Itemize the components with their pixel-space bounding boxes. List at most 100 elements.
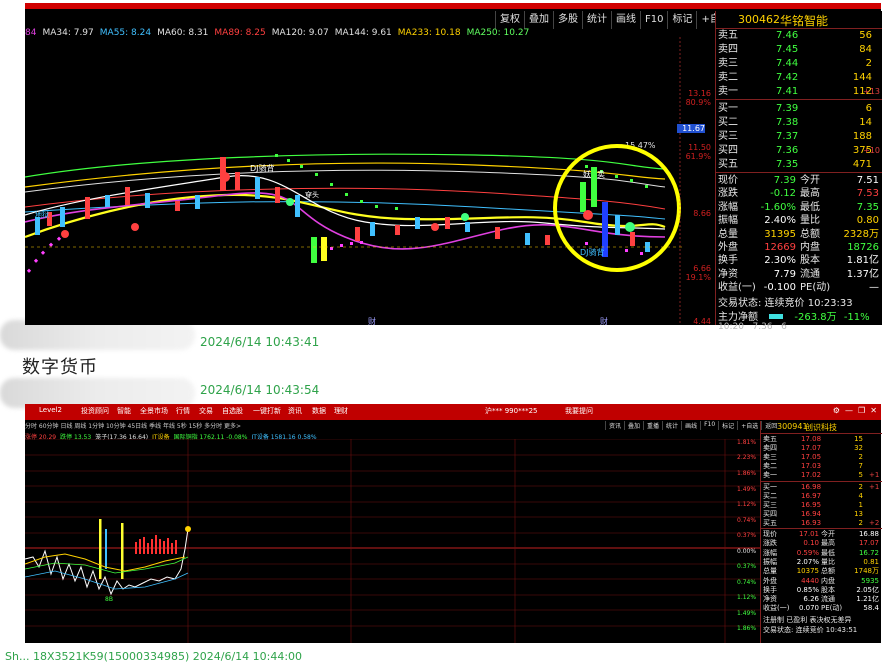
quote-value: 0.85%: [796, 585, 819, 594]
toolbar-button[interactable]: 重播: [643, 421, 662, 430]
menu-item[interactable]: 全景市场: [140, 406, 168, 416]
menu-item[interactable]: 一键打新: [253, 406, 281, 416]
capital-bar-icon: [769, 314, 784, 319]
quote-value: 12669: [764, 242, 796, 253]
quote-value: 1.37亿: [846, 268, 879, 280]
book-volume: 2: [858, 519, 863, 527]
quote-row: 涨幅 0.59% 最低 16.72: [761, 549, 882, 558]
book-price: 17.05: [801, 453, 822, 461]
quote-label: 涨幅: [718, 201, 738, 213]
quote-label: 换手: [763, 585, 777, 594]
bid-row: 买一 16.98 2 +1: [761, 483, 882, 492]
chart-annotation-5: 地狱: [35, 210, 49, 219]
window-controls[interactable]: ⚙ — ❐ ✕: [833, 406, 877, 415]
toolbar-button[interactable]: F10: [640, 11, 667, 29]
menu-item[interactable]: 自选股: [222, 406, 243, 416]
stock-screenshot-2[interactable]: Level2 投资顾问 智能 全景市场 行情 交易 自选股 一键打新 资讯 数据 理财 沪*** 99…: [25, 404, 882, 643]
chart-annotation-2: 妖: [583, 169, 591, 179]
menu-item[interactable]: 交易: [199, 406, 213, 416]
menu-item[interactable]: 行情: [176, 406, 190, 416]
quote-row: 涨跌 0.10 最高 17.07: [761, 539, 882, 548]
quote-row: 净资 6.26 流通 1.21亿: [761, 595, 882, 604]
percent-label: 1.86%: [737, 470, 757, 477]
stock-code: 300462: [738, 13, 780, 26]
stock-name: 华铭智能: [780, 14, 829, 28]
quote-label: 流通: [821, 595, 835, 604]
period-toolbar[interactable]: 分时 60分钟 日线 周线 1分钟 10分钟 45日线 季线 年线 5秒 15秒…: [25, 421, 241, 431]
quote-label: 涨跌: [718, 188, 738, 200]
menu-item[interactable]: 我要提问: [565, 406, 593, 416]
book-volume: 1: [858, 501, 863, 509]
book-volume: 14: [859, 117, 872, 128]
toolbar-button[interactable]: 资讯: [605, 421, 624, 430]
quote-row: 现价 7.39 今开 7.51: [716, 174, 882, 188]
book-label: 卖二: [763, 462, 777, 470]
chart-annotation-3: 卖: [597, 170, 605, 179]
quote-label: 内盘: [800, 242, 820, 253]
menu-item[interactable]: 沪*** 990***25: [485, 406, 538, 416]
toolbar-button[interactable]: +自选: [737, 421, 761, 430]
quote-label: 涨跌: [763, 539, 777, 548]
menu-item[interactable]: 理财: [334, 406, 348, 416]
quote-value: 2328万: [843, 228, 879, 240]
quote-value: 1.81亿: [846, 255, 879, 267]
menu-bar[interactable]: Level2 投资顾问 智能 全景市场 行情 交易 自选股 一键打新 资讯 数据 理财 沪*** 99…: [25, 404, 881, 420]
ask-row: 卖一 17.02 5 +1: [761, 471, 882, 480]
book-label: 卖三: [763, 453, 777, 461]
book-volume: 2: [858, 483, 863, 491]
toolbar-button[interactable]: 叠加: [624, 421, 643, 430]
quote-label: 最高: [821, 539, 835, 548]
quote-panel[interactable]: 300462 华铭智能 卖五 7.46 56 卖四 7.45 84 卖三 7.44 2 卖二 7.4…: [715, 11, 882, 332]
axis-label: 6.66: [693, 264, 711, 273]
menu-item[interactable]: 资讯: [288, 406, 302, 416]
book-price: 17.02: [801, 471, 822, 479]
book-label: 卖一: [718, 86, 738, 97]
book-volume: 13: [854, 510, 863, 518]
book-volume: 7: [858, 462, 863, 470]
quote-label: 换手: [718, 255, 738, 267]
menu-item[interactable]: Level2: [39, 406, 62, 414]
percent-label: 1.12%: [737, 594, 757, 601]
quote-value: 0.81: [863, 557, 879, 566]
quote-value: 2.05亿: [856, 585, 879, 594]
trade-status: 交易状态: 连续竞价 10:23:33: [718, 298, 853, 309]
toolbar-button[interactable]: 标记: [718, 421, 737, 430]
toolbar-button[interactable]: 复权: [495, 11, 524, 29]
quote-value: 7.39: [773, 175, 796, 186]
quote-value: 2.07%: [796, 557, 819, 566]
toolbar-button[interactable]: 多股: [553, 11, 582, 29]
book-label: 买二: [763, 492, 777, 500]
stock-screenshot-1[interactable]: 复权叠加多股统计画线F10标记+自选返回 84MA34: 7.97MA55: 8…: [25, 3, 882, 332]
menu-item[interactable]: 投资顾问: [81, 406, 109, 416]
bid-row: 买三 16.95 1: [761, 501, 882, 510]
book-price: 16.94: [801, 510, 822, 518]
book-label: 卖二: [718, 72, 738, 83]
toolbar-button[interactable]: 画线: [681, 421, 700, 430]
toolbar-button[interactable]: F10: [700, 421, 718, 430]
quote-row: 总量 31395 总额 2328万: [716, 228, 882, 242]
axis-label: 19.1%: [685, 273, 711, 282]
toolbar-button[interactable]: 叠加: [524, 11, 553, 29]
toolbar-button[interactable]: 标记: [667, 11, 696, 29]
bid-row: 买五 16.93 2 +2: [761, 519, 882, 528]
quote-label: 流通: [800, 268, 820, 280]
chart-toolbar-2[interactable]: 资讯 叠加 重播 统计 画线 F10 标记 +自选 返回: [605, 421, 780, 430]
quote-label: 振幅: [763, 557, 777, 566]
toolbar-button[interactable]: 统计: [582, 11, 611, 29]
book-price: 17.03: [801, 462, 822, 470]
toolbar-button[interactable]: 画线: [611, 11, 640, 29]
kline-chart[interactable]: DJ骑背 妖 卖 DJ骑背 地狱 穿头 15.47% 财 财: [25, 37, 715, 325]
quote-panel-2[interactable]: 300941 创识科技 卖五 17.08 15 卖四 17.07 32 卖三 17.05 2 卖二…: [760, 421, 882, 643]
menu-item[interactable]: 智能: [117, 406, 131, 416]
bid-row: 买一 7.39 6: [716, 102, 882, 116]
quote-row: 涨跌 -0.12 最高 7.53: [716, 187, 882, 201]
quote-row: 外盘 12669 内盘 18726: [716, 241, 882, 255]
intraday-chart[interactable]: 8B: [25, 439, 760, 643]
book-price: 16.93: [801, 519, 822, 527]
quote-row: 外盘 4440 内盘 5935: [761, 577, 882, 586]
toolbar-button[interactable]: 统计: [662, 421, 681, 430]
book-label: 买五: [718, 159, 738, 170]
book-label: 卖三: [718, 58, 738, 69]
menu-item[interactable]: 数据: [312, 406, 326, 416]
quote-label: 量比: [800, 215, 820, 227]
